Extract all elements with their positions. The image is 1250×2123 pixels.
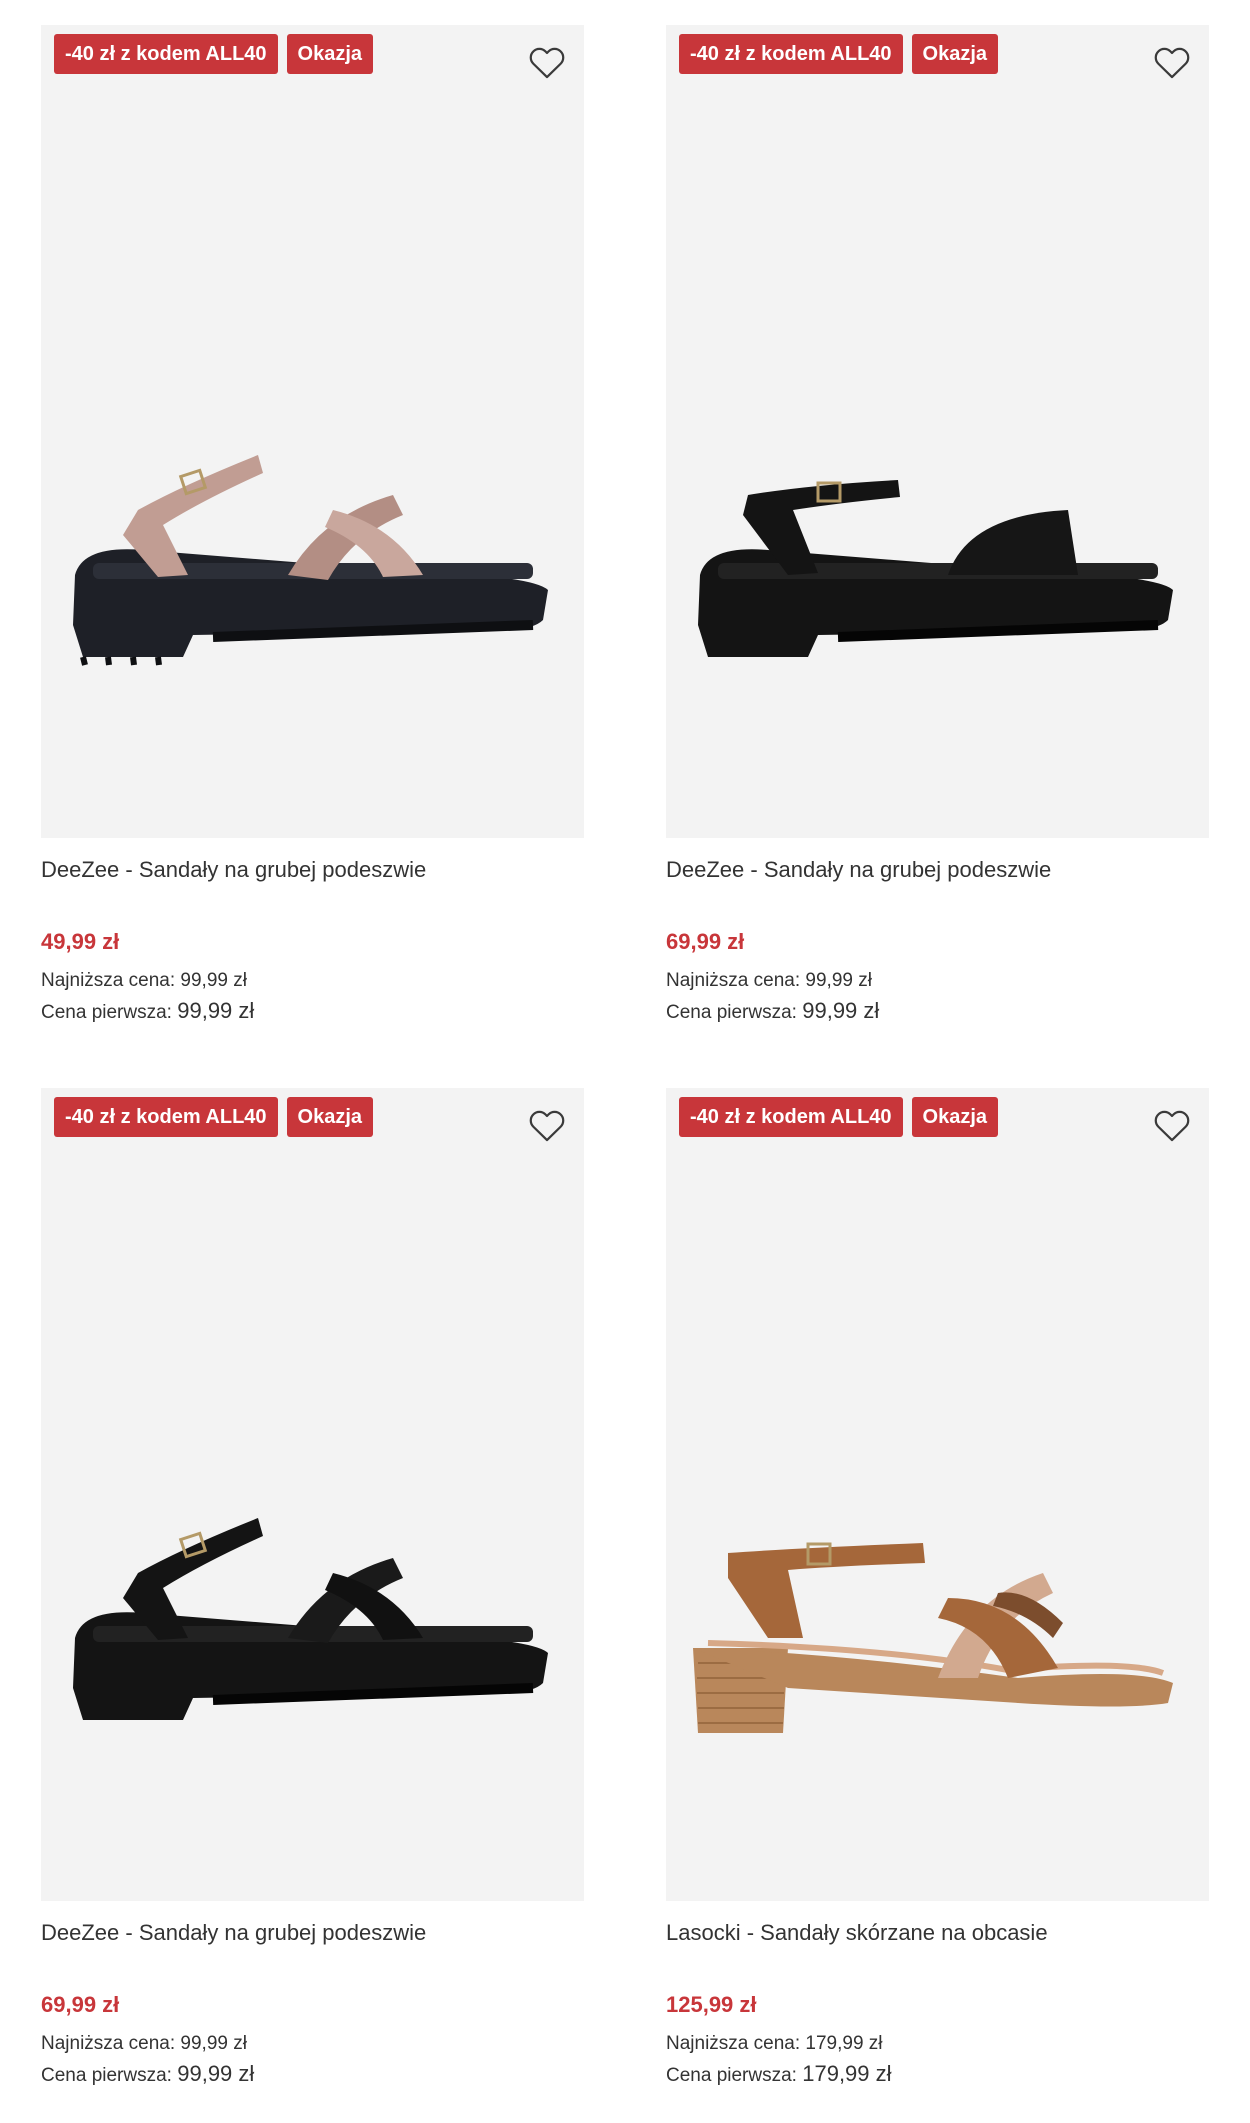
badge-group: -40 zł z kodem ALL40 Okazja (54, 34, 374, 74)
badge-group: -40 zł z kodem ALL40 Okazja (54, 1097, 374, 1137)
lowest-price-line: Najniższa cena: 99,99 zł (41, 970, 247, 992)
promo-code-badge: -40 zł z kodem ALL40 (54, 1097, 278, 1137)
heart-outline-icon[interactable] (528, 1107, 566, 1143)
heeled-sandal-image (693, 1542, 1173, 1733)
product-image[interactable]: -40 zł z kodem ALL40 Okazja (41, 1088, 584, 1901)
product-image[interactable]: -40 zł z kodem ALL40 Okazja (41, 25, 584, 838)
deal-badge: Okazja (286, 34, 374, 74)
lowest-price-value: 99,99 zł (805, 970, 872, 991)
product-title[interactable]: DeeZee - Sandały na grubej podeszwie (666, 857, 1209, 883)
first-price-label: Cena pierwsza: (666, 2065, 797, 2086)
deal-badge: Okazja (911, 1097, 999, 1137)
product-price: 69,99 zł (41, 1992, 120, 2017)
promo-code-badge: -40 zł z kodem ALL40 (679, 1097, 903, 1137)
first-price-line: Cena pierwsza: 179,99 zł (666, 2061, 892, 2087)
lowest-price-value: 99,99 zł (180, 2033, 247, 2054)
heart-outline-icon[interactable] (528, 44, 566, 80)
deal-badge: Okazja (286, 1097, 374, 1137)
lowest-price-label: Najniższa cena: (41, 2033, 176, 2054)
platform-sandal-image (698, 480, 1173, 657)
lowest-price-line: Najniższa cena: 179,99 zł (666, 2033, 883, 2055)
first-price-value: 179,99 zł (802, 2061, 892, 2086)
lowest-price-label: Najniższa cena: (666, 970, 801, 991)
lowest-price-line: Najniższa cena: 99,99 zł (666, 970, 872, 992)
product-grid: -40 zł z kodem ALL40 Okazja DeeZee - San (0, 0, 1250, 2123)
lowest-price-value: 179,99 zł (805, 2033, 883, 2054)
platform-sandal-image (73, 455, 548, 666)
badge-group: -40 zł z kodem ALL40 Okazja (679, 1097, 999, 1137)
product-title[interactable]: Lasocki - Sandały skórzane na obcasie (666, 1920, 1209, 1946)
first-price-line: Cena pierwsza: 99,99 zł (666, 998, 879, 1024)
badge-group: -40 zł z kodem ALL40 Okazja (679, 34, 999, 74)
first-price-line: Cena pierwsza: 99,99 zł (41, 998, 254, 1024)
platform-sandal-image (73, 1518, 548, 1720)
first-price-label: Cena pierwsza: (666, 1002, 797, 1023)
lowest-price-line: Najniższa cena: 99,99 zł (41, 2033, 247, 2055)
heart-outline-icon[interactable] (1153, 1107, 1191, 1143)
first-price-label: Cena pierwsza: (41, 2065, 172, 2086)
product-price: 69,99 zł (666, 929, 745, 954)
product-price: 125,99 zł (666, 1992, 757, 2017)
lowest-price-label: Najniższa cena: (666, 2033, 801, 2054)
product-title[interactable]: DeeZee - Sandały na grubej podeszwie (41, 1920, 584, 1946)
product-card[interactable]: -40 zł z kodem ALL40 Okazja DeeZee - San… (41, 1088, 584, 2118)
first-price-label: Cena pierwsza: (41, 1002, 172, 1023)
product-card[interactable]: -40 zł z kodem ALL40 Okazja DeeZee - San (41, 25, 584, 1055)
lowest-price-label: Najniższa cena: (41, 970, 176, 991)
product-card[interactable]: -40 zł z kodem ALL40 Okazja Lasocki - Sa… (666, 1088, 1209, 2118)
first-price-value: 99,99 zł (177, 998, 255, 1023)
deal-badge: Okazja (911, 34, 999, 74)
product-price: 49,99 zł (41, 929, 120, 954)
product-card[interactable]: -40 zł z kodem ALL40 Okazja DeeZee - San… (666, 25, 1209, 1055)
promo-code-badge: -40 zł z kodem ALL40 (54, 34, 278, 74)
product-title[interactable]: DeeZee - Sandały na grubej podeszwie (41, 857, 584, 883)
lowest-price-value: 99,99 zł (180, 970, 247, 991)
promo-code-badge: -40 zł z kodem ALL40 (679, 34, 903, 74)
product-image[interactable]: -40 zł z kodem ALL40 Okazja (666, 25, 1209, 838)
first-price-value: 99,99 zł (177, 2061, 255, 2086)
product-image[interactable]: -40 zł z kodem ALL40 Okazja (666, 1088, 1209, 1901)
first-price-value: 99,99 zł (802, 998, 880, 1023)
heart-outline-icon[interactable] (1153, 44, 1191, 80)
first-price-line: Cena pierwsza: 99,99 zł (41, 2061, 254, 2087)
